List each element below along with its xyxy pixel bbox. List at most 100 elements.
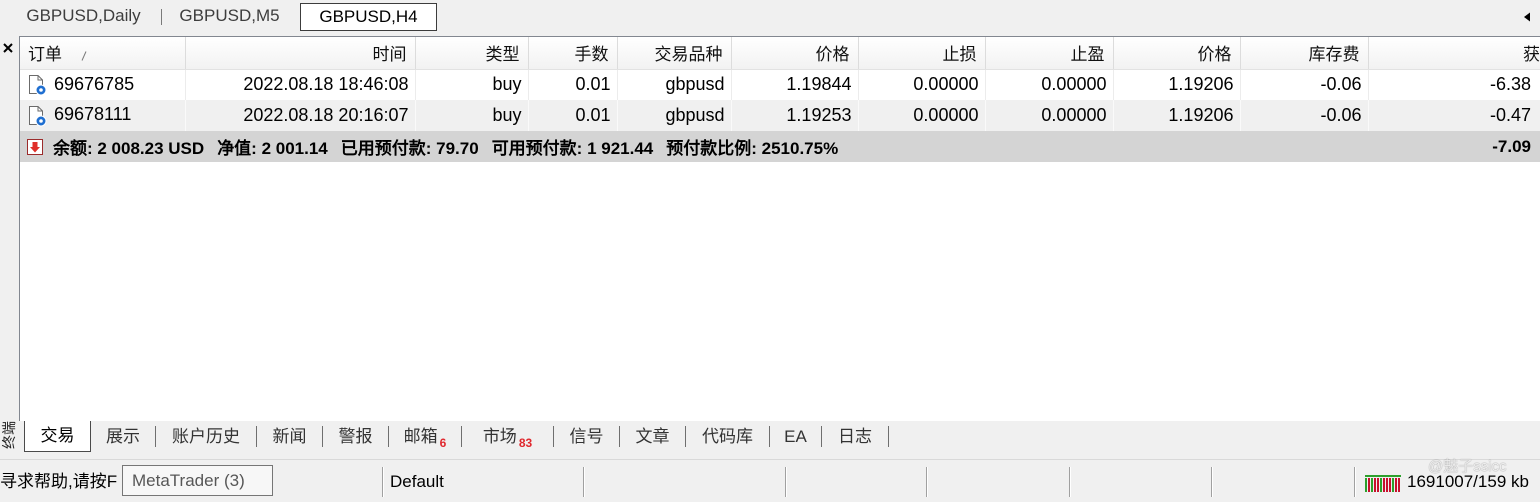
tab-alerts[interactable]: 警报 <box>323 426 389 447</box>
cell-type: buy <box>415 100 529 131</box>
tab-label: 日志 <box>838 427 872 446</box>
tab-code-base[interactable]: 代码库 <box>686 426 770 447</box>
column-header-take-profit[interactable]: 止盈 <box>985 37 1114 70</box>
free-margin-value: 可用预付款: 1 921.44 <box>491 139 654 158</box>
tab-ea[interactable]: EA <box>770 426 822 447</box>
account-summary: 余额: 2 008.23 USD 净值: 2 001.14 已用预付款: 79.70… <box>20 131 1368 162</box>
status-divider <box>1354 467 1356 497</box>
tab-label: EA <box>784 427 807 446</box>
tab-label: 账户历史 <box>172 427 240 446</box>
order-number: 69678111 <box>54 104 132 125</box>
cell-profit: -6.38 <box>1489 74 1531 95</box>
cell-swap: -0.06 <box>1240 69 1369 100</box>
tab-label: 邮箱 <box>403 427 438 446</box>
tab-label: 警报 <box>338 427 373 446</box>
market-count-badge: 83 <box>518 436 533 450</box>
cell-swap: -0.06 <box>1240 100 1369 131</box>
chart-tab-gbpusd-daily[interactable]: GBPUSD,Daily <box>10 3 157 31</box>
cell-open-price: 1.19844 <box>731 69 859 100</box>
equity-value: 净值: 2 001.14 <box>217 139 328 158</box>
tab-label: 文章 <box>635 427 670 446</box>
cell-take-profit: 0.00000 <box>985 100 1114 131</box>
cell-volume: 0.01 <box>528 69 618 100</box>
close-icon[interactable] <box>3 40 13 53</box>
cell-volume: 0.01 <box>528 100 618 131</box>
profile-name[interactable]: Default <box>390 462 444 502</box>
column-header-type[interactable]: 类型 <box>415 37 529 70</box>
account-summary-row: 余额: 2 008.23 USD 净值: 2 001.14 已用预付款: 79.70… <box>20 131 1540 162</box>
cell-order: 69678111 <box>20 100 186 131</box>
cell-order: 69676785 <box>20 69 186 100</box>
cell-take-profit: 0.00000 <box>985 69 1114 100</box>
cell-time: 2022.08.18 20:16:07 <box>185 100 416 131</box>
column-header-order-label: 订单 <box>28 45 62 65</box>
column-header-order[interactable]: 订单 <box>20 37 186 70</box>
tab-label: 信号 <box>569 427 604 446</box>
tab-label: 市场 <box>482 427 517 446</box>
column-header-swap[interactable]: 库存费 <box>1240 37 1369 70</box>
tab-market[interactable]: 市场 83 <box>462 426 554 450</box>
terminal-tab-bar: 交易 展示 账户历史 新闻 警报 邮箱 6 市场 83 信号 文章 代码库 EA 日… <box>19 421 1540 457</box>
order-number: 69676785 <box>54 73 135 94</box>
tab-news[interactable]: 新闻 <box>257 426 323 447</box>
column-header-symbol[interactable]: 交易品种 <box>617 37 732 70</box>
terminal-title: 终端 <box>1 421 17 449</box>
cell-current-price: 1.19206 <box>1113 69 1241 100</box>
status-divider <box>583 467 585 497</box>
balance-down-icon <box>26 138 44 156</box>
status-divider <box>1211 467 1213 497</box>
column-header-volume[interactable]: 手数 <box>528 37 618 70</box>
tab-exposure[interactable]: 展示 <box>91 426 156 447</box>
watermark: @魅子ssicc <box>1428 458 1507 475</box>
sort-indicator-icon <box>80 51 88 61</box>
chart-tab-gbpusd-m5[interactable]: GBPUSD,M5 <box>165 3 294 31</box>
cell-open-price: 1.19253 <box>731 100 859 131</box>
tab-trade[interactable]: 交易 <box>24 421 91 452</box>
cell-profit: -0.47 <box>1368 100 1540 131</box>
column-header-stop-loss[interactable]: 止损 <box>858 37 986 70</box>
tab-articles[interactable]: 文章 <box>620 426 686 447</box>
terminal-side-strip: 终端 <box>0 33 19 457</box>
connection-status-icon[interactable] <box>1365 471 1401 493</box>
cell-stop-loss: 0.00000 <box>858 100 986 131</box>
cell-current-price: 1.19206 <box>1113 100 1241 131</box>
tab-separator <box>161 9 162 25</box>
tab-journal[interactable]: 日志 <box>822 426 889 447</box>
margin-level-value: 预付款比例: 2510.75% <box>666 139 839 158</box>
trade-table: 订单 时间 类型 手数 交易品种 价格 止损 止盈 价格 库存费 获 69676… <box>19 36 1540 421</box>
chart-tab-bar: GBPUSD,Daily GBPUSD,M5 GBPUSD,H4 <box>0 0 1540 33</box>
status-divider <box>785 467 787 497</box>
cell-time: 2022.08.18 18:46:08 <box>185 69 416 100</box>
chart-tab-gbpusd-h4[interactable]: GBPUSD,H4 <box>300 3 437 31</box>
cell-stop-loss: 0.00000 <box>858 69 986 100</box>
order-icon <box>27 105 47 127</box>
status-divider <box>926 467 928 497</box>
status-divider <box>1069 467 1071 497</box>
cell-type: buy <box>415 69 529 100</box>
help-hint: 寻求帮助,请按F <box>0 472 118 491</box>
tab-label: 展示 <box>106 427 140 446</box>
order-icon <box>27 74 47 96</box>
mailbox-count-badge: 6 <box>439 436 447 450</box>
status-divider <box>382 467 384 497</box>
column-header-open-price[interactable]: 价格 <box>731 37 859 70</box>
column-header-current-price[interactable]: 价格 <box>1113 37 1241 70</box>
tab-signals[interactable]: 信号 <box>554 426 620 447</box>
balance-value: 余额: 2 008.23 USD <box>53 139 205 158</box>
column-header-profit[interactable]: 获 <box>1368 37 1540 70</box>
tab-account-history[interactable]: 账户历史 <box>156 426 257 447</box>
tab-mailbox[interactable]: 邮箱 6 <box>389 426 462 450</box>
tab-label: 交易 <box>40 426 75 445</box>
tab-label: 代码库 <box>702 427 753 446</box>
order-row[interactable]: 69678111 2022.08.18 20:16:07 buy 0.01 gb… <box>20 100 1540 131</box>
column-header-time[interactable]: 时间 <box>185 37 416 70</box>
total-profit: -7.09 <box>1368 131 1540 162</box>
scroll-tabs-left-icon[interactable] <box>1523 9 1531 22</box>
margin-value: 已用预付款: 79.70 <box>340 139 479 158</box>
table-header-row: 订单 时间 类型 手数 交易品种 价格 止损 止盈 价格 库存费 获 <box>20 37 1540 70</box>
tab-label: 新闻 <box>272 427 307 446</box>
status-bar: 寻求帮助,请按F MetaTrader (3) Default 1691007/… <box>0 459 1540 499</box>
order-row[interactable]: 69676785 2022.08.18 18:46:08 buy 0.01 gb… <box>20 69 1540 100</box>
cell-symbol: gbpusd <box>617 100 732 131</box>
cell-symbol: gbpusd <box>617 69 732 100</box>
